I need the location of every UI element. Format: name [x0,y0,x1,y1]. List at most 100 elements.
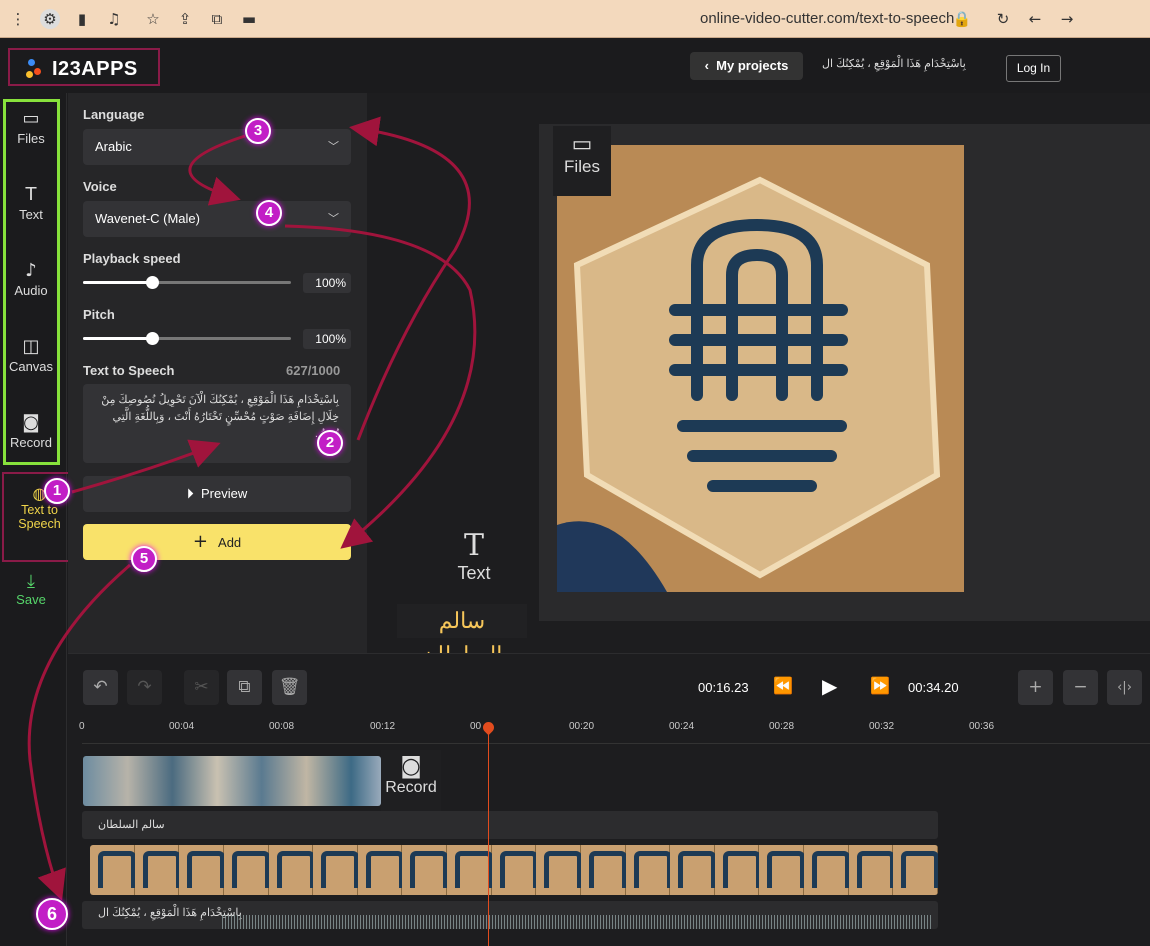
logo-image[interactable] [557,145,964,592]
language-select[interactable]: Arabic ﹀ [83,129,351,165]
text-clip-track[interactable]: سالم السلطان [82,811,938,839]
sidebar-item-label: Audio [14,283,48,298]
timeline-ruler[interactable] [82,743,1150,744]
lock-icon: 🔒 [952,10,972,28]
video-clip-track[interactable] [83,756,381,806]
sidebar-item-label: Text to Speech [18,503,61,531]
reload-icon[interactable]: ↻ [993,9,1013,29]
text-icon: T [463,528,484,563]
annotation-badge-2: 2 [317,430,343,456]
tts-text-label: Text to Speech [83,363,175,378]
fast-forward-icon[interactable]: ⏩ [870,676,890,695]
back-icon[interactable]: ← [1025,9,1045,29]
current-time: 00:16.23 [698,680,749,695]
preview-button[interactable]: ⏵ Preview [83,476,351,512]
sidebar-item-files[interactable]: ▭ Files [0,107,62,146]
image-thumbnail [670,845,716,895]
canvas-text-element[interactable]: سالم السلطان [397,604,527,667]
cast-icon[interactable]: ▬ [239,9,259,29]
tts-settings-panel: Language Arabic ﹀ Voice Wavenet-C (Male)… [68,93,367,653]
sidebar-item-audio[interactable]: ♪ Audio [0,259,62,298]
playhead-handle[interactable] [480,719,497,736]
playhead-line[interactable] [488,726,489,946]
copy-button[interactable]: ⧉ [227,670,262,705]
language-value: Arabic [95,139,132,154]
slider-handle[interactable] [146,332,159,345]
pitch-slider[interactable] [83,332,291,345]
rewind-icon[interactable]: ⏪ [773,676,793,695]
playback-speed-slider[interactable] [83,276,291,289]
voice-value: Wavenet-C (Male) [95,211,200,226]
record-overlay[interactable]: ◙ Record [381,750,441,816]
preview-label: Preview [200,486,248,501]
login-button[interactable]: Log In [1006,55,1061,82]
image-thumbnail [491,845,538,895]
my-projects-label: My projects [716,58,789,73]
music-icon: ♪ [25,260,37,281]
audio-clip-track[interactable]: بِاسْتِخْدَامِ هَذَا الْمَوْقِعِ ، يُمْك… [82,901,938,929]
char-count: 627/1000 [286,363,341,378]
delete-button[interactable]: 🗑 [272,670,307,705]
annotation-badge-3: 3 [245,118,271,144]
text-overlay-label: Text [457,563,491,583]
image-thumbnail [268,845,315,895]
image-thumbnail [223,845,270,895]
timeline-tick: 00:24 [669,721,695,732]
timeline-tick: 00:04 [169,721,195,732]
sidebar-item-label: Canvas [8,359,54,374]
save-label: Save [16,592,46,607]
image-thumbnail [402,845,448,895]
sidebar-item-record[interactable]: ◙ Record [0,411,62,450]
fit-timeline-button[interactable]: ‹|› [1107,670,1142,705]
tts-text-input[interactable]: بِاسْتِخْدَامِ هَذَا الْمَوْقِعِ ، يُمْك… [83,384,351,463]
timeline-tick: 00 [470,721,482,732]
redo-button[interactable]: ↷ [127,670,162,705]
image-thumbnail [313,845,359,895]
audio-waveform [222,915,932,929]
image-thumbnail [580,845,627,895]
archive-icon: ▭ [571,132,593,157]
timeline-tick: 00:36 [969,721,995,732]
menu-dots-icon[interactable]: ⋮ [8,9,28,29]
voice-select[interactable]: Wavenet-C (Male) ﹀ [83,201,351,237]
add-button[interactable]: + Add [83,524,351,560]
files-overlay[interactable]: ▭ Files [553,126,611,196]
sidebar-item-label: Files [17,131,45,146]
media-icon[interactable]: ♫ [104,9,124,29]
image-thumbnail [804,845,850,895]
annotation-badge-5: 5 [131,546,157,572]
star-icon[interactable]: ☆ [143,9,163,29]
sidebar-toggle-icon[interactable]: ▮ [72,9,92,29]
slider-handle[interactable] [146,276,159,289]
annotation-badge-1: 1 [44,478,70,504]
share-icon[interactable]: ⇪ [175,9,195,29]
profile-icon[interactable]: ⚙ [40,9,60,29]
project-title[interactable]: بِاسْتِخْدَامِ هَذَا الْمَوْقِعِ ، يُمْك… [822,57,966,70]
pitch-value[interactable]: 100% [303,329,351,349]
my-projects-button[interactable]: ‹ My projects [690,52,803,80]
sidebar-item-canvas[interactable]: ◫ Canvas [0,335,62,374]
cut-button[interactable]: ✂ [184,670,219,705]
camera-icon: ◙ [400,754,422,779]
slider-fill [83,281,152,284]
undo-button[interactable]: ↶ [83,670,118,705]
url-text[interactable]: online-video-cutter.com/text-to-speech [700,10,954,27]
image-clip-track[interactable] [90,845,938,895]
zoom-out-button[interactable]: − [1063,670,1098,705]
text-overlay[interactable]: T Text [445,528,503,598]
preview-area: ▭ Files T Text سالم السلطان [367,93,1150,667]
archive-icon: ▭ [22,108,40,129]
image-thumbnail [714,845,761,895]
playback-speed-value[interactable]: 100% [303,273,351,293]
forward-icon[interactable]: → [1057,9,1077,29]
save-button[interactable]: ⤓ Save [0,571,62,607]
translate-icon[interactable]: ⧉ [207,9,227,29]
zoom-in-button[interactable]: + [1018,670,1053,705]
sidebar-item-label: Record [10,435,52,450]
play-icon[interactable]: ▶ [822,674,837,698]
app-header: I23APPS ‹ My projects بِاسْتِخْدَامِ هَذ… [0,38,1150,93]
sidebar-item-text[interactable]: T Text [0,183,62,222]
logo[interactable]: I23APPS [8,48,160,86]
text-icon: T [25,184,37,205]
image-thumbnail [759,845,805,895]
